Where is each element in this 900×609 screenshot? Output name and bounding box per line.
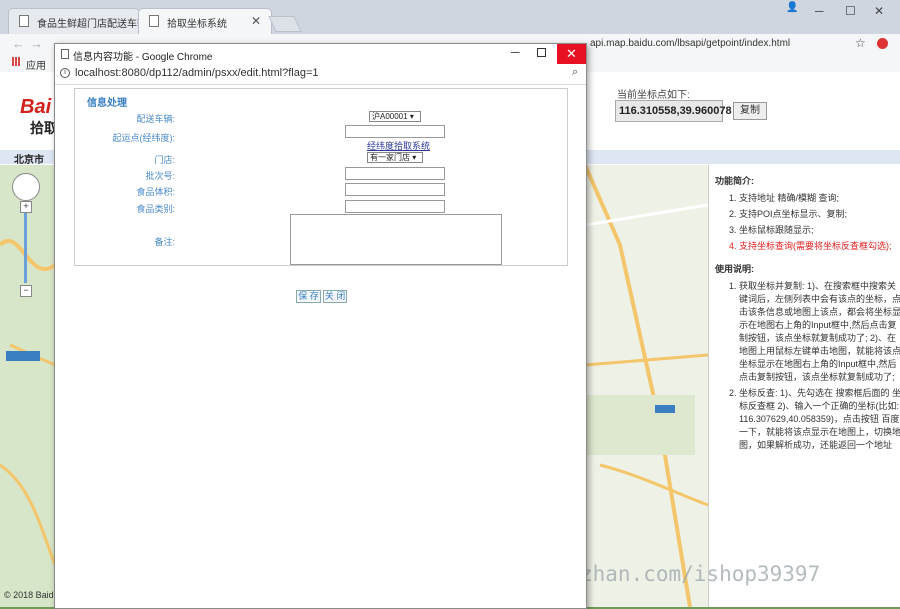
bookmark-star-icon[interactable]: ☆ xyxy=(855,36,866,50)
usage-list: 获取坐标并复制: 1)、在搜索框中搜索关键词后，左侧列表中会有该点的坐标，点击该… xyxy=(709,280,900,452)
store-select[interactable]: 有一家门店 ▾ xyxy=(367,152,423,163)
zoom-out-button[interactable]: − xyxy=(20,285,32,297)
forward-icon[interactable]: → xyxy=(30,36,43,51)
apps-icon[interactable] xyxy=(12,57,21,66)
tab-food-delivery[interactable]: 食品生鲜超门店配送车辆 xyxy=(8,8,140,34)
profile-icon[interactable]: 👤 xyxy=(786,2,798,13)
zoom-slider[interactable] xyxy=(24,213,27,283)
volume-input[interactable] xyxy=(345,183,445,196)
store-label: 门店: xyxy=(154,155,175,165)
start-point-label: 起运点(经纬度): xyxy=(112,133,176,143)
popup-url[interactable]: localhost:8080/dp112/admin/psxx/edit.htm… xyxy=(75,67,318,79)
volume-label: 食品体积: xyxy=(136,187,175,197)
close-icon[interactable]: ✕ xyxy=(874,4,884,18)
info-icon[interactable]: i xyxy=(60,68,70,78)
search-icon[interactable]: ⌕ xyxy=(572,66,578,79)
batch-input[interactable] xyxy=(345,167,445,180)
city-name[interactable]: 北京市 xyxy=(14,151,44,166)
tab-bar: 食品生鲜超门店配送车辆 拾取坐标系统 ✕ 👤 ─ ☐ ✕ xyxy=(0,0,900,34)
coordinate-picker-link[interactable]: 经纬度拾取系统 xyxy=(367,139,430,152)
func-item: 坐标鼠标跟随显示; xyxy=(739,224,900,237)
vehicle-label: 配送车辆: xyxy=(136,114,175,124)
coord-input[interactable]: 116.310558,39.960078 xyxy=(615,100,732,122)
maximize-icon[interactable]: ☐ xyxy=(845,4,856,18)
remark-textarea[interactable] xyxy=(290,214,502,265)
func-item: 支持POI点坐标显示、复制; xyxy=(739,208,900,221)
extension-icon[interactable] xyxy=(877,38,888,49)
tab-close-icon[interactable]: ✕ xyxy=(251,14,261,28)
popup-maximize-icon[interactable] xyxy=(537,48,546,57)
store-value: 有一家门店 xyxy=(370,153,410,162)
category-label: 食品类别: xyxy=(136,204,175,214)
usage-item: 坐标反查: 1)、先勾选在 搜索框后面的 坐标反查框 2)、输入一个正确的坐标(… xyxy=(739,387,900,452)
tab-title: 拾取坐标系统 xyxy=(167,19,227,30)
usage-title: 使用说明: xyxy=(715,264,754,274)
category-input[interactable] xyxy=(345,200,445,213)
apps-label[interactable]: 应用 xyxy=(26,57,46,72)
page-icon xyxy=(61,49,69,59)
pan-control[interactable] xyxy=(12,173,40,201)
remark-label: 备注: xyxy=(154,237,175,247)
tab-coordinate-picker[interactable]: 拾取坐标系统 ✕ xyxy=(138,8,272,34)
page-icon xyxy=(19,15,29,27)
copy-button[interactable]: 复制 xyxy=(733,102,767,120)
vehicle-value: 沪A00001 xyxy=(372,112,408,121)
func-list: 支持地址 精确/模糊 查询; 支持POI点坐标显示、复制; 坐标鼠标跟随显示; … xyxy=(709,192,900,253)
form-legend: 信息处理 xyxy=(87,98,127,109)
page-icon xyxy=(149,15,159,27)
popup-window: 信息内容功能 - Google Chrome ─ ✕ i localhost:8… xyxy=(54,43,587,609)
popup-minimize-icon[interactable]: ─ xyxy=(511,45,520,59)
address-text[interactable]: api.map.baidu.com/lbsapi/getpoint/index.… xyxy=(590,38,790,49)
func-item: 支持地址 精确/模糊 查询; xyxy=(739,192,900,205)
minimize-icon[interactable]: ─ xyxy=(815,4,824,18)
coord-label: 当前坐标点如下: xyxy=(617,90,690,101)
map-copyright: © 2018 Baidu xyxy=(4,590,59,600)
close-button[interactable]: 关 闭 xyxy=(323,290,347,303)
popup-title: 信息内容功能 - Google Chrome xyxy=(73,52,213,63)
vehicle-select[interactable]: 沪A00001 ▾ xyxy=(369,111,421,122)
save-button[interactable]: 保 存 xyxy=(296,290,321,303)
func-title: 功能简介: xyxy=(715,176,754,186)
baidu-logo: Bai xyxy=(20,96,52,118)
batch-label: 批次号: xyxy=(145,171,175,181)
popup-close-icon[interactable]: ✕ xyxy=(557,44,586,64)
start-point-input[interactable] xyxy=(345,125,445,138)
func-item: 支持坐标查询(需要将坐标反查框勾选); xyxy=(739,240,900,253)
info-panel: 功能简介: 支持地址 精确/模糊 查询; 支持POI点坐标显示、复制; 坐标鼠标… xyxy=(708,165,900,607)
tab-title: 食品生鲜超门店配送车辆 xyxy=(37,19,140,30)
back-icon[interactable]: ← xyxy=(12,36,25,51)
usage-item: 获取坐标并复制: 1)、在搜索框中搜索关键词后，左侧列表中会有该点的坐标，点击该… xyxy=(739,280,900,384)
zoom-in-button[interactable]: + xyxy=(20,201,32,213)
new-tab-button[interactable] xyxy=(268,16,302,32)
